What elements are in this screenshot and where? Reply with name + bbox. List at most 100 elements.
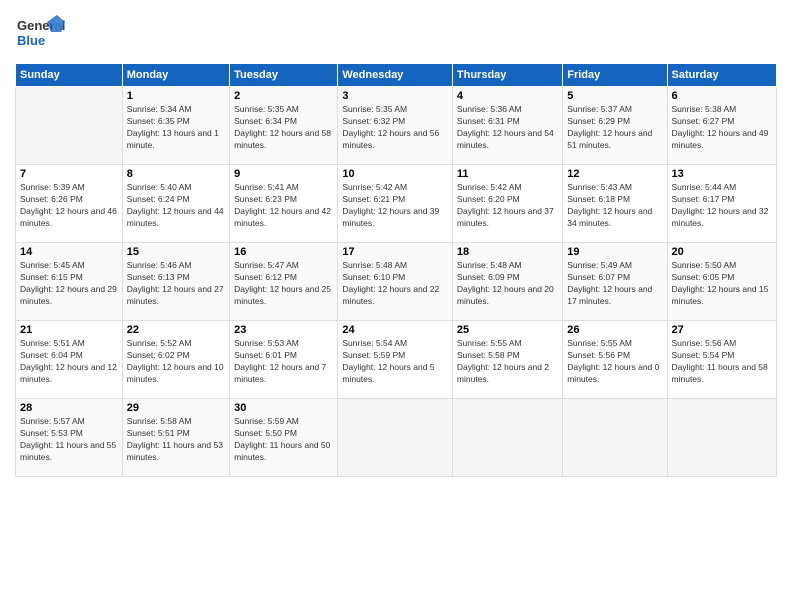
day-number: 18 [457, 246, 558, 258]
cell-info: Sunrise: 5:51 AMSunset: 6:04 PMDaylight:… [20, 338, 118, 386]
cell-info: Sunrise: 5:55 AMSunset: 5:56 PMDaylight:… [567, 338, 662, 386]
calendar-cell: 23 Sunrise: 5:53 AMSunset: 6:01 PMDayligh… [230, 321, 338, 399]
calendar-cell: 21 Sunrise: 5:51 AMSunset: 6:04 PMDayligh… [16, 321, 123, 399]
calendar-cell: 22 Sunrise: 5:52 AMSunset: 6:02 PMDayligh… [122, 321, 229, 399]
cell-info: Sunrise: 5:45 AMSunset: 6:15 PMDaylight:… [20, 260, 118, 308]
day-number: 30 [234, 402, 333, 414]
day-number: 8 [127, 168, 225, 180]
cell-info: Sunrise: 5:41 AMSunset: 6:23 PMDaylight:… [234, 182, 333, 230]
day-number: 7 [20, 168, 118, 180]
calendar-cell: 3Sunrise: 5:35 AMSunset: 6:32 PMDaylight… [338, 87, 453, 165]
cell-info: Sunrise: 5:40 AMSunset: 6:24 PMDaylight:… [127, 182, 225, 230]
day-number: 1 [127, 90, 225, 102]
day-number: 13 [672, 168, 772, 180]
cell-info: Sunrise: 5:44 AMSunset: 6:17 PMDaylight:… [672, 182, 772, 230]
cell-info: Sunrise: 5:53 AMSunset: 6:01 PMDaylight:… [234, 338, 333, 386]
header: General Blue [15, 10, 777, 55]
col-header-saturday: Saturday [667, 64, 776, 87]
col-header-thursday: Thursday [452, 64, 562, 87]
calendar-cell: 13 Sunrise: 5:44 AMSunset: 6:17 PMDayligh… [667, 165, 776, 243]
logo: General Blue [15, 10, 65, 55]
cell-info: Sunrise: 5:38 AMSunset: 6:27 PMDaylight:… [672, 104, 772, 152]
cell-info: Sunrise: 5:42 AMSunset: 6:21 PMDaylight:… [342, 182, 448, 230]
calendar-cell: 7 Sunrise: 5:39 AMSunset: 6:26 PMDaylight… [16, 165, 123, 243]
day-number: 15 [127, 246, 225, 258]
day-number: 17 [342, 246, 448, 258]
header-row: SundayMondayTuesdayWednesdayThursdayFrid… [16, 64, 777, 87]
day-number: 22 [127, 324, 225, 336]
calendar-cell: 5Sunrise: 5:37 AMSunset: 6:29 PMDaylight… [563, 87, 667, 165]
calendar-cell: 10 Sunrise: 5:42 AMSunset: 6:21 PMDayligh… [338, 165, 453, 243]
cell-info: Sunrise: 5:36 AMSunset: 6:31 PMDaylight:… [457, 104, 558, 152]
cell-info: Sunrise: 5:43 AMSunset: 6:18 PMDaylight:… [567, 182, 662, 230]
day-number: 29 [127, 402, 225, 414]
cell-info: Sunrise: 5:42 AMSunset: 6:20 PMDaylight:… [457, 182, 558, 230]
col-header-tuesday: Tuesday [230, 64, 338, 87]
day-number: 23 [234, 324, 333, 336]
cell-info: Sunrise: 5:46 AMSunset: 6:13 PMDaylight:… [127, 260, 225, 308]
cell-info: Sunrise: 5:54 AMSunset: 5:59 PMDaylight:… [342, 338, 448, 386]
calendar-cell: 19 Sunrise: 5:49 AMSunset: 6:07 PMDayligh… [563, 243, 667, 321]
cell-info: Sunrise: 5:47 AMSunset: 6:12 PMDaylight:… [234, 260, 333, 308]
cell-info: Sunrise: 5:56 AMSunset: 5:54 PMDaylight:… [672, 338, 772, 386]
cell-info: Sunrise: 5:52 AMSunset: 6:02 PMDaylight:… [127, 338, 225, 386]
cell-info: Sunrise: 5:57 AMSunset: 5:53 PMDaylight:… [20, 416, 118, 464]
calendar-cell: 26 Sunrise: 5:55 AMSunset: 5:56 PMDayligh… [563, 321, 667, 399]
calendar-cell [338, 399, 453, 477]
calendar-cell [563, 399, 667, 477]
cell-info: Sunrise: 5:58 AMSunset: 5:51 PMDaylight:… [127, 416, 225, 464]
day-number: 14 [20, 246, 118, 258]
day-number: 2 [234, 90, 333, 102]
day-number: 27 [672, 324, 772, 336]
cell-info: Sunrise: 5:59 AMSunset: 5:50 PMDaylight:… [234, 416, 333, 464]
calendar-cell: 27 Sunrise: 5:56 AMSunset: 5:54 PMDayligh… [667, 321, 776, 399]
col-header-monday: Monday [122, 64, 229, 87]
logo-svg: General Blue [15, 10, 65, 55]
day-number: 16 [234, 246, 333, 258]
cell-info: Sunrise: 5:35 AMSunset: 6:32 PMDaylight:… [342, 104, 448, 152]
calendar-cell: 8 Sunrise: 5:40 AMSunset: 6:24 PMDaylight… [122, 165, 229, 243]
day-number: 19 [567, 246, 662, 258]
day-number: 4 [457, 90, 558, 102]
calendar-cell: 14 Sunrise: 5:45 AMSunset: 6:15 PMDayligh… [16, 243, 123, 321]
week-row-5: 28 Sunrise: 5:57 AMSunset: 5:53 PMDayligh… [16, 399, 777, 477]
week-row-3: 14 Sunrise: 5:45 AMSunset: 6:15 PMDayligh… [16, 243, 777, 321]
day-number: 6 [672, 90, 772, 102]
cell-info: Sunrise: 5:49 AMSunset: 6:07 PMDaylight:… [567, 260, 662, 308]
day-number: 12 [567, 168, 662, 180]
calendar-cell: 17 Sunrise: 5:48 AMSunset: 6:10 PMDayligh… [338, 243, 453, 321]
col-header-wednesday: Wednesday [338, 64, 453, 87]
cell-info: Sunrise: 5:48 AMSunset: 6:09 PMDaylight:… [457, 260, 558, 308]
day-number: 20 [672, 246, 772, 258]
week-row-2: 7 Sunrise: 5:39 AMSunset: 6:26 PMDaylight… [16, 165, 777, 243]
calendar-cell [667, 399, 776, 477]
day-number: 9 [234, 168, 333, 180]
calendar-cell [16, 87, 123, 165]
calendar-cell: 1Sunrise: 5:34 AMSunset: 6:35 PMDaylight… [122, 87, 229, 165]
day-number: 24 [342, 324, 448, 336]
cell-info: Sunrise: 5:39 AMSunset: 6:26 PMDaylight:… [20, 182, 118, 230]
day-number: 21 [20, 324, 118, 336]
cell-info: Sunrise: 5:48 AMSunset: 6:10 PMDaylight:… [342, 260, 448, 308]
calendar-cell: 18 Sunrise: 5:48 AMSunset: 6:09 PMDayligh… [452, 243, 562, 321]
cell-info: Sunrise: 5:35 AMSunset: 6:34 PMDaylight:… [234, 104, 333, 152]
calendar-cell: 28 Sunrise: 5:57 AMSunset: 5:53 PMDayligh… [16, 399, 123, 477]
col-header-friday: Friday [563, 64, 667, 87]
calendar-cell: 9 Sunrise: 5:41 AMSunset: 6:23 PMDaylight… [230, 165, 338, 243]
day-number: 11 [457, 168, 558, 180]
calendar-cell: 15 Sunrise: 5:46 AMSunset: 6:13 PMDayligh… [122, 243, 229, 321]
day-number: 28 [20, 402, 118, 414]
week-row-4: 21 Sunrise: 5:51 AMSunset: 6:04 PMDayligh… [16, 321, 777, 399]
day-number: 26 [567, 324, 662, 336]
day-number: 25 [457, 324, 558, 336]
calendar-cell: 30 Sunrise: 5:59 AMSunset: 5:50 PMDayligh… [230, 399, 338, 477]
calendar-cell: 29 Sunrise: 5:58 AMSunset: 5:51 PMDayligh… [122, 399, 229, 477]
calendar-cell: 12 Sunrise: 5:43 AMSunset: 6:18 PMDayligh… [563, 165, 667, 243]
page: General Blue SundayMondayTuesdayWednesda… [0, 0, 792, 612]
day-number: 5 [567, 90, 662, 102]
day-number: 10 [342, 168, 448, 180]
calendar-cell: 4 Sunrise: 5:36 AMSunset: 6:31 PMDaylight… [452, 87, 562, 165]
cell-info: Sunrise: 5:55 AMSunset: 5:58 PMDaylight:… [457, 338, 558, 386]
calendar-cell: 2 Sunrise: 5:35 AMSunset: 6:34 PMDaylight… [230, 87, 338, 165]
week-row-1: 1Sunrise: 5:34 AMSunset: 6:35 PMDaylight… [16, 87, 777, 165]
